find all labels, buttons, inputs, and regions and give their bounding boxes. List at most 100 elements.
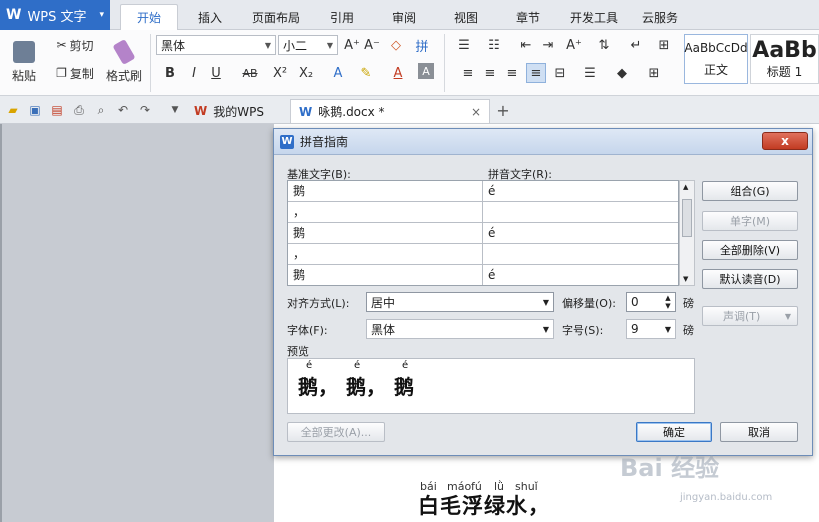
delete-all-button[interactable]: 全部删除(V) [702, 240, 798, 260]
tab-document-label: 咏鹅.docx * [318, 105, 385, 119]
style-heading1-label: 标题 1 [766, 65, 803, 79]
base-text-cell[interactable]: ， [288, 244, 483, 264]
ok-button[interactable]: 确定 [636, 422, 712, 442]
format-painter-button[interactable]: 格式刷 [104, 36, 144, 88]
base-text-cell[interactable]: 鹅 [288, 181, 483, 201]
scroll-down-icon[interactable]: ▼ [683, 275, 688, 283]
border-icon[interactable]: ⊞ [644, 63, 664, 83]
char-shading-icon[interactable]: A [418, 63, 434, 79]
default-reading-button[interactable]: 默认读音(D) [702, 269, 798, 289]
grow-font-icon[interactable]: A⁺ [342, 35, 362, 55]
doc-icon: W [299, 104, 313, 119]
cut-button[interactable]: ✂ 剪切 [50, 36, 100, 54]
app-menu-button[interactable]: W WPS 文字 ▾ [0, 0, 110, 30]
pinyin-text-cell[interactable] [483, 202, 488, 222]
redo-icon[interactable]: ↷ [136, 101, 154, 119]
shading-icon[interactable]: ◆ [612, 63, 632, 83]
tab-insert[interactable]: 插入 [182, 4, 238, 30]
tab-my-wps[interactable]: W 我的WPS [186, 99, 272, 123]
font-size-select[interactable]: 小二 ▼ [278, 35, 338, 55]
strikethrough-icon[interactable]: AB [240, 63, 260, 83]
add-tab-icon[interactable]: + [494, 101, 512, 120]
copy-button[interactable]: ❐ 复制 [50, 64, 100, 82]
subscript-icon[interactable]: X₂ [296, 63, 316, 83]
tab-page-layout[interactable]: 页面布局 [242, 4, 310, 30]
tone-button[interactable]: 声调(T) ▼ [702, 306, 798, 326]
pinyin-guide-icon[interactable]: 拼 [412, 35, 432, 55]
bold-icon[interactable]: B [160, 63, 180, 83]
spinner-icon[interactable]: ▲ ▼ [661, 294, 675, 310]
chevron-down-icon[interactable]: ▼ [166, 101, 184, 119]
numbered-list-icon[interactable]: ☷ [484, 35, 504, 55]
dialog-title-bar[interactable]: W 拼音指南 [274, 129, 812, 155]
scroll-thumb[interactable] [682, 199, 692, 237]
style-heading1[interactable]: AaBb 标题 1 [750, 34, 819, 84]
clear-format-icon[interactable]: ◇ [386, 35, 406, 55]
divider [444, 34, 445, 92]
single-char-button[interactable]: 单字(M) [702, 211, 798, 231]
tab-references[interactable]: 引用 [314, 4, 370, 30]
cancel-button[interactable]: 取消 [720, 422, 798, 442]
tab-chapter[interactable]: 章节 [498, 4, 558, 30]
style-normal-sample: AaBbCcDd [684, 40, 748, 55]
offset-label: 偏移量(O): [562, 297, 616, 310]
offset-spinner[interactable]: 0 ▲ ▼ [626, 292, 676, 312]
print-preview-icon[interactable]: ⌕ [92, 101, 110, 119]
base-text-cell[interactable]: ， [288, 202, 483, 222]
case-icon[interactable]: A⁺ [564, 35, 584, 55]
base-text-cell[interactable]: 鹅 [288, 265, 483, 285]
style-heading1-sample: AaBb [752, 38, 817, 63]
show-marks-icon[interactable]: ↵ [626, 35, 646, 55]
base-text-cell[interactable]: 鹅 [288, 223, 483, 243]
increase-indent-icon[interactable]: ⇥ [538, 35, 558, 55]
size-select[interactable]: 9 ▼ [626, 319, 676, 339]
highlight-icon[interactable]: ✎ [356, 63, 376, 83]
italic-icon[interactable]: I [184, 63, 204, 83]
open-folder-icon[interactable]: ▰ [4, 101, 22, 119]
pinyin-text-cell[interactable]: é [483, 265, 495, 285]
align-right-icon[interactable]: ≡ [502, 63, 522, 83]
style-normal[interactable]: AaBbCcDd 正文 [684, 34, 748, 84]
tab-developer[interactable]: 开发工具 [562, 4, 626, 30]
underline-icon[interactable]: U [206, 63, 226, 83]
align-select[interactable]: 居中 ▼ [366, 292, 554, 312]
font-color-icon[interactable]: A [388, 63, 408, 83]
dialog-close-button[interactable]: x [762, 132, 808, 150]
font-select[interactable]: 黑体 ▼ [366, 319, 554, 339]
bullet-list-icon[interactable]: ☰ [454, 35, 474, 55]
superscript-icon[interactable]: X² [270, 63, 290, 83]
vertical-ruler [0, 124, 2, 522]
pinyin-text-cell[interactable]: é [483, 223, 495, 243]
paste-button[interactable]: 粘贴 [6, 36, 42, 88]
chevron-down-icon: ▼ [542, 297, 550, 307]
change-all-button[interactable]: 全部更改(A)... [287, 422, 385, 442]
close-icon[interactable]: × [471, 105, 481, 119]
tab-review[interactable]: 审阅 [374, 4, 434, 30]
combine-button[interactable]: 组合(G) [702, 181, 798, 201]
tab-cloud[interactable]: 云服务 [630, 4, 690, 30]
export-pdf-icon[interactable]: ▤ [48, 101, 66, 119]
font-name-select[interactable]: 黑体 ▼ [156, 35, 276, 55]
justify-icon[interactable]: ≡ [526, 63, 546, 83]
align-left-icon[interactable]: ≡ [458, 63, 478, 83]
scroll-up-icon[interactable]: ▲ [683, 183, 688, 191]
undo-icon[interactable]: ↶ [114, 101, 132, 119]
table-icon[interactable]: ⊞ [654, 35, 674, 55]
grid-scrollbar[interactable]: ▲ ▼ [679, 180, 695, 286]
sort-icon[interactable]: ⇅ [594, 35, 614, 55]
decrease-indent-icon[interactable]: ⇤ [516, 35, 536, 55]
paste-icon [13, 40, 35, 63]
distributed-icon[interactable]: ⊟ [550, 63, 570, 83]
pinyin-text-cell[interactable] [483, 244, 488, 264]
line-spacing-icon[interactable]: ☰ [580, 63, 600, 83]
print-icon[interactable]: ⎙ [70, 101, 88, 119]
save-icon[interactable]: ▣ [26, 101, 44, 119]
pinyin-text-cell[interactable]: é [483, 181, 495, 201]
tab-view[interactable]: 视图 [438, 4, 494, 30]
tab-home[interactable]: 开始 [120, 4, 178, 30]
shrink-font-icon[interactable]: A⁻ [362, 35, 382, 55]
tab-document[interactable]: W 咏鹅.docx * × [290, 99, 490, 123]
pinyin-guide-dialog: W 拼音指南 x 基准文字(B): 拼音文字(R): 鹅 é ， 鹅 é ， 鹅… [273, 128, 813, 456]
align-center-icon[interactable]: ≡ [480, 63, 500, 83]
text-effect-icon[interactable]: A [328, 63, 348, 83]
